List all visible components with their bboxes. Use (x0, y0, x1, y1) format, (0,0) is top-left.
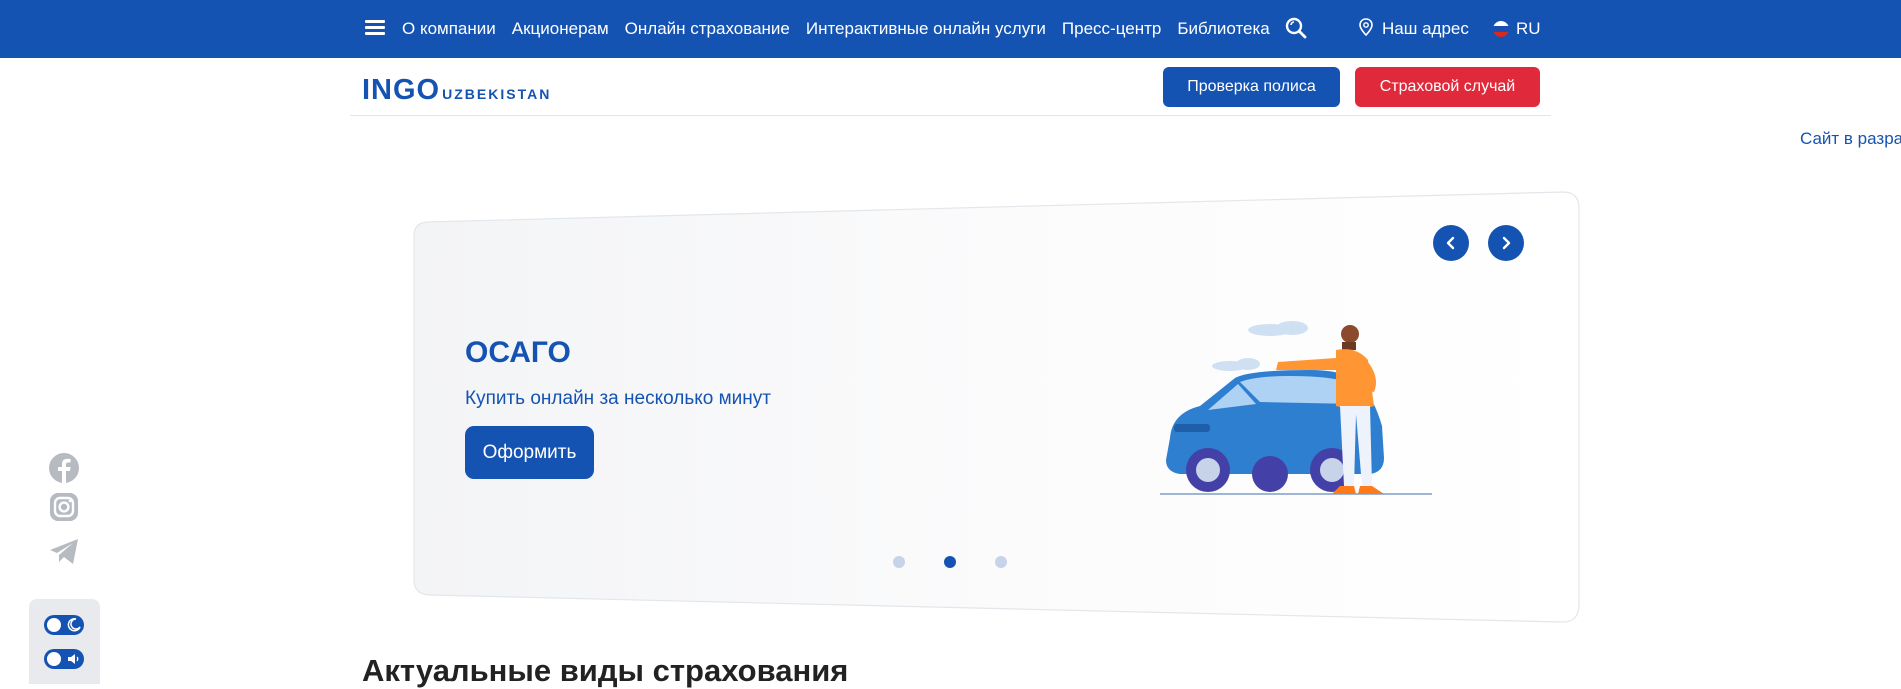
chevron-left-icon[interactable] (1433, 225, 1469, 261)
language-label: RU (1516, 19, 1541, 38)
insurance-case-button[interactable]: Страховой случай (1355, 67, 1540, 107)
main-nav: О компании Акционерам Онлайн страхование… (402, 0, 1270, 58)
language-selector[interactable]: RU (1493, 0, 1541, 58)
nav-item-library[interactable]: Библиотека (1177, 19, 1269, 39)
nav-item-press-center[interactable]: Пресс-центр (1062, 19, 1161, 39)
address-label: Наш адрес (1382, 19, 1469, 38)
telegram-icon[interactable] (49, 537, 79, 567)
header-divider (350, 115, 1551, 116)
check-policy-button[interactable]: Проверка полиса (1163, 67, 1340, 107)
nav-item-interactive-services[interactable]: Интерактивные онлайн услуги (806, 19, 1046, 39)
slide-title: ОСАГО (465, 336, 571, 369)
sound-toggle[interactable] (44, 649, 84, 669)
logo-main-text: INGO (362, 74, 441, 106)
slider-dot-2[interactable] (944, 556, 956, 568)
chevron-right-icon[interactable] (1488, 225, 1524, 261)
moon-icon (67, 618, 81, 637)
dark-mode-toggle[interactable] (44, 615, 84, 635)
hamburger-menu-icon[interactable] (365, 20, 385, 36)
site-logo[interactable]: INGO UZBEKISTAN (362, 74, 551, 107)
slider-dot-3[interactable] (995, 556, 1007, 568)
nav-item-about[interactable]: О компании (402, 19, 496, 39)
russia-flag-icon (1493, 21, 1509, 37)
slider-dot-1[interactable] (893, 556, 905, 568)
search-icon[interactable] (1284, 16, 1308, 40)
apply-button[interactable]: Оформить (465, 426, 594, 479)
top-navigation-bar: О компании Акционерам Онлайн страхование… (0, 0, 1901, 58)
facebook-icon[interactable] (49, 453, 79, 483)
nav-item-online-insurance[interactable]: Онлайн страхование (625, 19, 790, 39)
nav-item-shareholders[interactable]: Акционерам (512, 19, 609, 39)
instagram-icon[interactable] (49, 492, 79, 522)
development-notice: Сайт в разработке (1800, 129, 1901, 148)
slide-subtitle: Купить онлайн за несколько минут (465, 388, 771, 409)
accessibility-panel (29, 599, 100, 684)
address-link[interactable]: Наш адрес (1358, 0, 1469, 58)
man-leaning-on-car-illustration (1160, 321, 1432, 495)
logo-sub-text: UZBEKISTAN (442, 86, 552, 102)
map-pin-icon (1358, 17, 1374, 41)
speaker-icon (67, 652, 81, 671)
